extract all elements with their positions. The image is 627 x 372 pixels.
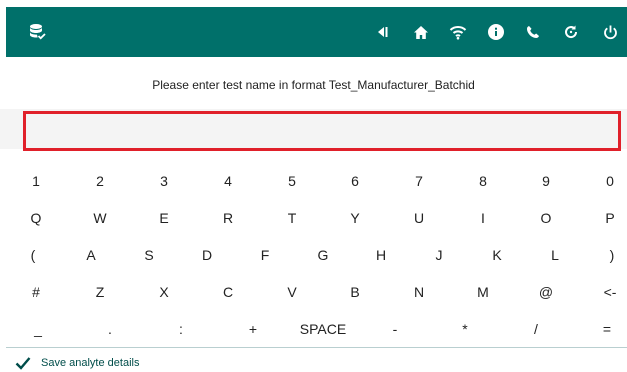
key-z[interactable]: Z <box>88 273 112 310</box>
key-plus[interactable]: + <box>241 310 265 347</box>
key-m[interactable]: M <box>471 273 495 310</box>
key-equals[interactable]: = <box>595 310 619 347</box>
key-8[interactable]: 8 <box>471 162 495 199</box>
key-colon[interactable]: : <box>169 310 193 347</box>
key-0[interactable]: 0 <box>598 162 622 199</box>
on-screen-keyboard: 1 2 3 4 5 6 7 8 9 0 Q W E R T Y U I O P … <box>0 162 627 347</box>
keyboard-row-asdf: ( A S D F G H J K L ) <box>0 236 627 273</box>
save-analyte-button[interactable]: Save analyte details <box>15 354 139 372</box>
key-v[interactable]: V <box>280 273 304 310</box>
key-7[interactable]: 7 <box>407 162 431 199</box>
footer-divider <box>6 347 627 348</box>
key-j[interactable]: J <box>427 236 451 273</box>
keyboard-row-qwerty: Q W E R T Y U I O P <box>0 199 627 236</box>
key-b[interactable]: B <box>343 273 367 310</box>
key-i[interactable]: I <box>471 199 495 236</box>
key-h[interactable]: H <box>369 236 393 273</box>
key-1[interactable]: 1 <box>24 162 48 199</box>
test-name-input-box[interactable] <box>23 111 621 151</box>
key-n[interactable]: N <box>407 273 431 310</box>
key-a[interactable]: A <box>79 236 103 273</box>
key-l[interactable]: L <box>543 236 567 273</box>
key-hash[interactable]: # <box>24 273 48 310</box>
key-y[interactable]: Y <box>343 199 367 236</box>
key-4[interactable]: 4 <box>216 162 240 199</box>
key-c[interactable]: C <box>216 273 240 310</box>
power-icon[interactable] <box>599 7 621 57</box>
key-o[interactable]: O <box>534 199 558 236</box>
key-g[interactable]: G <box>311 236 335 273</box>
key-f[interactable]: F <box>253 236 277 273</box>
key-2[interactable]: 2 <box>88 162 112 199</box>
key-r[interactable]: R <box>216 199 240 236</box>
key-9[interactable]: 9 <box>534 162 558 199</box>
key-close-paren[interactable]: ) <box>600 236 624 273</box>
refresh-icon[interactable] <box>560 7 582 57</box>
input-prompt: Please enter test name in format Test_Ma… <box>152 78 475 92</box>
key-minus[interactable]: - <box>383 310 407 347</box>
key-k[interactable]: K <box>485 236 509 273</box>
key-asterisk[interactable]: * <box>453 310 477 347</box>
skip-back-icon[interactable] <box>371 7 393 57</box>
key-backspace[interactable]: <- <box>598 273 622 310</box>
test-name-input[interactable] <box>26 114 618 148</box>
info-icon[interactable] <box>485 7 507 57</box>
key-slash[interactable]: / <box>524 310 548 347</box>
keyboard-row-numbers: 1 2 3 4 5 6 7 8 9 0 <box>0 162 627 199</box>
key-s[interactable]: S <box>137 236 161 273</box>
key-d[interactable]: D <box>195 236 219 273</box>
wifi-icon[interactable] <box>447 7 469 57</box>
database-check-icon[interactable] <box>27 7 49 57</box>
keyboard-row-symbols: _ . : + SPACE - * / = <box>0 310 627 347</box>
key-e[interactable]: E <box>152 199 176 236</box>
key-6[interactable]: 6 <box>343 162 367 199</box>
key-w[interactable]: W <box>88 199 112 236</box>
key-3[interactable]: 3 <box>152 162 176 199</box>
checkmark-icon <box>15 357 31 370</box>
key-underscore[interactable]: _ <box>26 310 50 347</box>
key-period[interactable]: . <box>98 310 122 347</box>
key-open-paren[interactable]: ( <box>21 236 45 273</box>
phone-icon[interactable] <box>522 7 544 57</box>
key-at[interactable]: @ <box>534 273 558 310</box>
save-analyte-label: Save analyte details <box>41 357 140 369</box>
key-u[interactable]: U <box>407 199 431 236</box>
key-x[interactable]: X <box>152 273 176 310</box>
key-p[interactable]: P <box>598 199 622 236</box>
top-bar <box>6 7 627 57</box>
home-icon[interactable] <box>410 7 432 57</box>
key-t[interactable]: T <box>280 199 304 236</box>
key-5[interactable]: 5 <box>280 162 304 199</box>
key-space[interactable]: SPACE <box>300 310 346 347</box>
keyboard-row-zxcv: # Z X C V B N M @ <- <box>0 273 627 310</box>
key-q[interactable]: Q <box>24 199 48 236</box>
